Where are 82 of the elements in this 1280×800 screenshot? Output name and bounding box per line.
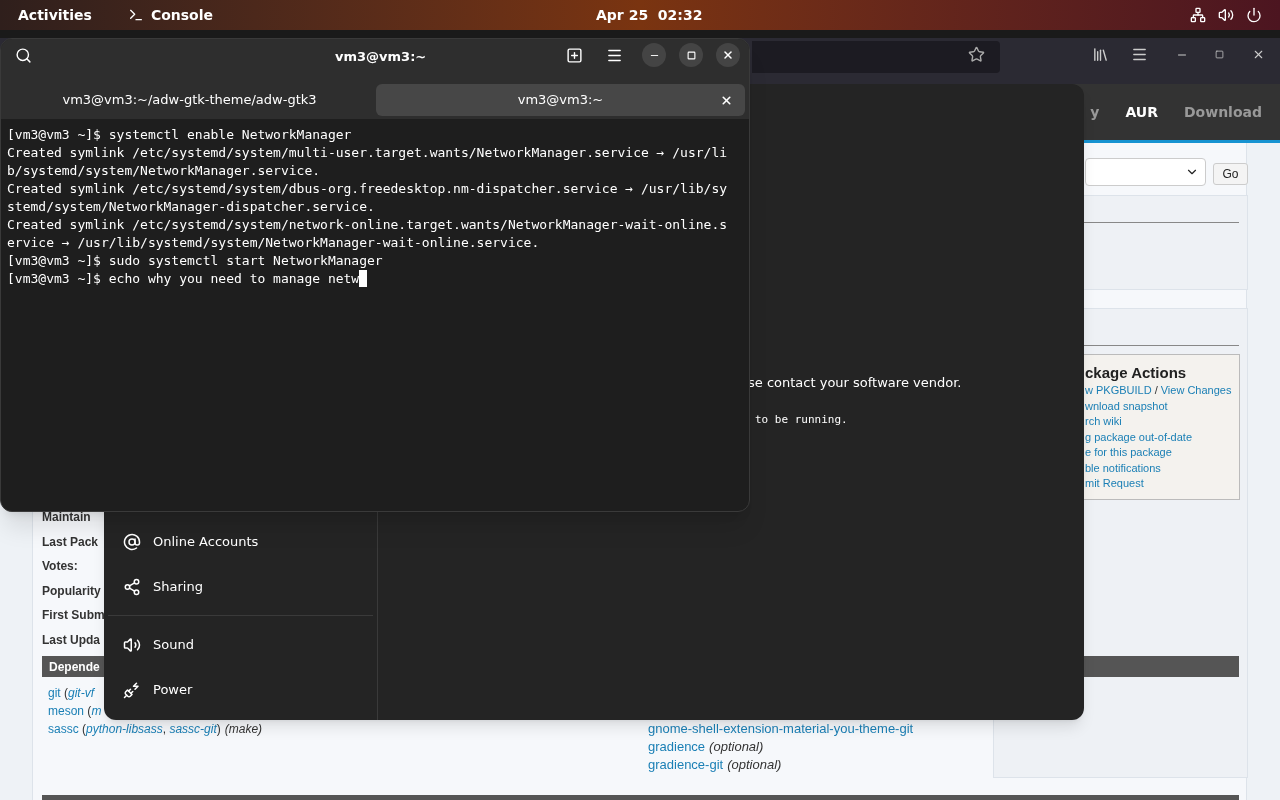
package-link[interactable]: gradience-git [648, 756, 724, 774]
package-link[interactable]: git [48, 684, 61, 702]
package-link[interactable]: gnome-shell-extension-material-you-theme-git [648, 720, 914, 738]
package-link[interactable]: gradience [648, 738, 706, 756]
action-link[interactable]: mit Request [1085, 476, 1144, 492]
package-link[interactable]: sassc [48, 720, 79, 738]
close-icon [722, 49, 734, 61]
dependency-note: (optional) [727, 756, 782, 774]
action-link[interactable]: w PKGBUILD [1085, 383, 1152, 399]
terminal-line: b/systemd/system/NetworkManager.service. [7, 162, 321, 180]
network-icon[interactable] [1190, 7, 1206, 23]
terminal-line: Created symlink /etc/systemd/system/dbus-org.freedesktop.nm-dispatcher.service → /usr/lib/sy [7, 180, 728, 198]
url-field[interactable] [752, 41, 1000, 73]
detail-label: Votes: [42, 558, 79, 576]
window-title: vm3@vm3:~ [335, 48, 427, 66]
sidebar-item[interactable]: Sound [108, 622, 373, 667]
maximize-icon [686, 50, 696, 60]
detail-label: Popularity [42, 582, 102, 600]
sidebar-item[interactable]: Sharing [108, 564, 373, 609]
library-icon[interactable] [1092, 46, 1109, 63]
activities-button[interactable]: Activities [18, 4, 92, 26]
package-link[interactable]: sassc-git [169, 720, 217, 738]
detail-label: Maintain [42, 509, 92, 526]
go-button[interactable]: Go [1213, 163, 1248, 185]
site-nav-link[interactable]: y [1090, 101, 1100, 123]
bookmark-star-icon[interactable] [968, 46, 985, 63]
detail-label: Last Upda [42, 631, 101, 649]
maximize-button[interactable] [679, 43, 703, 67]
terminal-line: ervice → /usr/lib/systemd/system/NetworkManager-wait-online.service. [7, 234, 540, 252]
sidebar-item-icon [123, 680, 141, 699]
action-link[interactable]: g package out-of-date [1085, 429, 1193, 445]
terminal-tab[interactable]: vm3@vm3:~ [376, 84, 745, 116]
detail-label: First Subm [42, 607, 105, 625]
terminal-line: [vm3@vm3 ~]$ systemctl enable NetworkManager [7, 126, 352, 144]
dependency-note: (optional) [709, 738, 764, 756]
punctuation: ( [86, 703, 92, 720]
package-link[interactable]: python-libsass [86, 720, 163, 738]
close-button[interactable] [716, 43, 740, 67]
package-link[interactable]: meson [48, 702, 85, 720]
package-link[interactable]: git-vf [68, 684, 95, 702]
dependency-note: (make) [224, 721, 263, 738]
new-tab-icon[interactable] [566, 47, 583, 64]
sidebar-item-icon [123, 635, 141, 654]
punctuation: ( [81, 721, 87, 738]
sidebar-item-icon [123, 577, 141, 596]
maximize-icon[interactable] [1215, 50, 1224, 59]
console-icon [127, 7, 144, 23]
sidebar-item-icon [123, 532, 141, 551]
action-link[interactable]: wnload snapshot [1085, 398, 1168, 414]
detail-label: Last Pack [42, 533, 100, 551]
menu-icon[interactable] [1131, 46, 1148, 63]
terminal-line: stemd/system/NetworkManager-dispatcher.service. [7, 198, 375, 216]
close-tab-icon[interactable] [720, 94, 733, 107]
section-title: Depende [49, 658, 100, 676]
action-link[interactable]: rch wiki [1085, 414, 1122, 430]
action-link[interactable]: e for this package [1085, 445, 1172, 461]
action-link[interactable]: ble notifications [1085, 460, 1161, 476]
terminal-tab[interactable]: vm3@vm3:~/adw-gtk-theme/adw-gtk3 [5, 84, 374, 116]
site-nav-link[interactable]: AUR [1125, 101, 1158, 123]
terminal-line: [vm3@vm3 ~]$ echo why you need to manage netw [7, 270, 360, 288]
terminal-line: Created symlink /etc/systemd/system/network-online.target.wants/NetworkManager-wait-online.s [7, 216, 728, 234]
sidebar-item[interactable]: Online Accounts [108, 519, 373, 564]
terminal-line: [vm3@vm3 ~]$ sudo systemctl start NetworkManager [7, 252, 383, 270]
close-icon[interactable] [1252, 48, 1265, 61]
search-icon[interactable] [15, 47, 32, 64]
power-icon[interactable] [1246, 7, 1262, 23]
menu-icon[interactable] [606, 47, 623, 64]
package-link[interactable]: m [91, 702, 102, 720]
punctuation: , [162, 721, 168, 738]
site-nav-link[interactable]: Download [1183, 101, 1262, 123]
clock[interactable]: Apr 25 02:32 [596, 4, 703, 26]
terminal-text: to be running. [755, 412, 848, 428]
terminal-line: Created symlink /etc/systemd/system/multi-user.target.wants/NetworkManager.service → /usr/li [7, 144, 728, 162]
link-separator: / [1153, 383, 1159, 398]
punctuation: ( [63, 685, 69, 702]
app-menu[interactable]: Console [150, 4, 213, 26]
text-cursor [359, 270, 368, 287]
action-link[interactable]: View Changes [1160, 383, 1232, 399]
package-actions-heading: ckage Actions [1085, 363, 1188, 383]
punctuation: ) [216, 721, 221, 738]
volume-icon[interactable] [1218, 7, 1234, 23]
sidebar-item[interactable]: Power [108, 667, 373, 712]
